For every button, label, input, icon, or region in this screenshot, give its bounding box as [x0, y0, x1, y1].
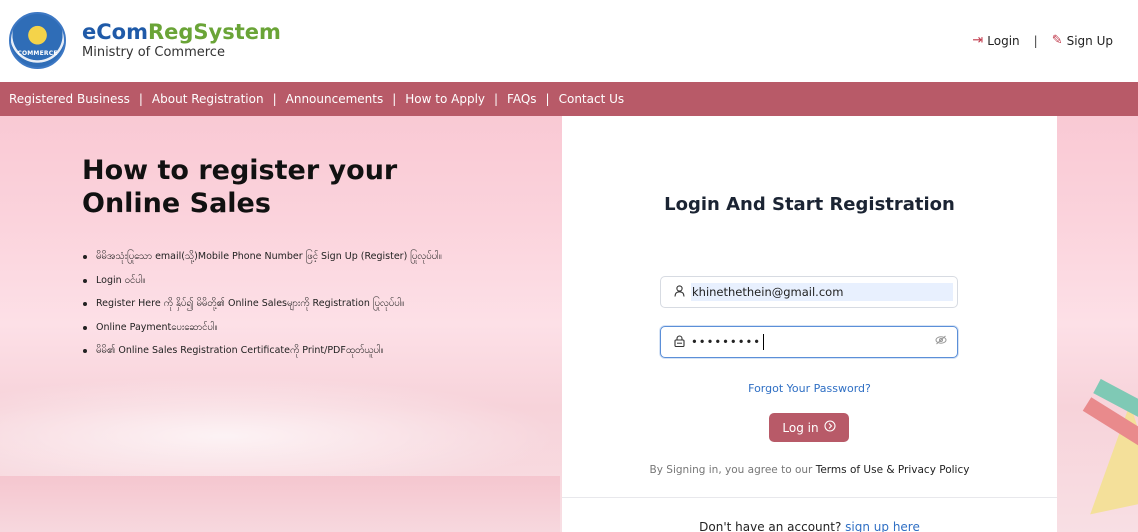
login-title: Login And Start Registration: [664, 194, 955, 215]
site-header: COMMERCE eComRegSystem Ministry of Comme…: [0, 0, 1138, 82]
step-item: Login ဝင်ပါ။: [82, 274, 442, 298]
password-field[interactable]: •••••••••: [660, 326, 958, 358]
login-card: Login And Start Registration khinethethe…: [562, 116, 1057, 532]
step-item: မိမိ၏ Online Sales Registration Certific…: [82, 344, 442, 368]
terms-prefix: By Signing in, you agree to our: [649, 464, 816, 476]
menu-separator: |: [138, 92, 143, 106]
menu-item-contact-us[interactable]: Contact Us: [559, 92, 625, 106]
no-account-prefix: Don't have an account?: [699, 520, 846, 532]
steps-list: မိမိအသုံးပြုသော email(သို့)Mobile Phone …: [82, 250, 442, 368]
menu-item-about-registration[interactable]: About Registration: [152, 92, 264, 106]
brand-subtitle: Ministry of Commerce: [82, 45, 225, 60]
lock-icon: [667, 334, 691, 350]
signup-link-label: Sign Up: [1066, 33, 1113, 48]
hero-shelf: [0, 476, 560, 532]
card-divider: [562, 497, 1057, 498]
brand-prefix: eCom: [82, 20, 148, 44]
signup-here-link[interactable]: sign up here: [845, 520, 920, 532]
password-mask: •••••••••: [691, 334, 762, 349]
hero-title: How to register your Online Sales: [82, 155, 398, 219]
seal-text: COMMERCE: [17, 50, 58, 57]
user-icon: [667, 284, 691, 300]
menu-item-announcements[interactable]: Announcements: [286, 92, 384, 106]
menu-item-how-to-apply[interactable]: How to Apply: [405, 92, 485, 106]
menu-separator: |: [392, 92, 397, 106]
signup-link[interactable]: ✎ Sign Up: [1052, 33, 1113, 48]
brand-name[interactable]: eComRegSystem: [82, 20, 281, 44]
menu-separator: |: [272, 92, 277, 106]
edit-icon: ✎: [1051, 33, 1063, 48]
brand-suffix: RegSystem: [147, 20, 281, 44]
menu-separator: |: [494, 92, 499, 106]
menu-separator: |: [545, 92, 550, 106]
arrow-right-circle-icon: [824, 420, 836, 435]
login-link-label: Login: [987, 33, 1020, 48]
step-item: Online Paymentပေးဆောင်ပါ။: [82, 321, 442, 345]
email-field[interactable]: khinethethein@gmail.com: [660, 276, 958, 308]
login-button[interactable]: Log in: [769, 413, 849, 442]
main-menu: Registered Business | About Registration…: [0, 82, 1138, 116]
login-icon: ⇥: [972, 33, 984, 48]
login-link[interactable]: ⇥ Login: [972, 33, 1019, 48]
hero-section: How to register your Online Sales မိမိအသ…: [0, 116, 1138, 532]
ministry-seal-logo[interactable]: COMMERCE: [9, 12, 66, 69]
terms-notice: By Signing in, you agree to our Terms of…: [562, 464, 1057, 476]
no-account-text: Don't have an account? sign up here: [562, 520, 1057, 532]
top-nav: ⇥ Login | ✎ Sign Up: [972, 33, 1113, 48]
email-value: khinethethein@gmail.com: [691, 283, 953, 301]
menu-item-faqs[interactable]: FAQs: [507, 92, 537, 106]
step-item: မိမိအသုံးပြုသော email(သို့)Mobile Phone …: [82, 250, 442, 274]
text-cursor: [763, 334, 765, 350]
step-item: Register Here ကို နှိပ်၍ မိမိတို့၏ Onlin…: [82, 297, 442, 321]
terms-link[interactable]: Terms of Use & Privacy Policy: [816, 464, 970, 476]
login-button-label: Log in: [782, 420, 819, 435]
password-value: •••••••••: [691, 334, 765, 350]
nav-separator: |: [1033, 33, 1038, 48]
menu-item-registered-business[interactable]: Registered Business: [9, 92, 130, 106]
decorative-cards-illustration: [1057, 116, 1138, 532]
forgot-password-link[interactable]: Forgot Your Password?: [562, 382, 1057, 395]
eye-off-icon[interactable]: [935, 335, 947, 348]
